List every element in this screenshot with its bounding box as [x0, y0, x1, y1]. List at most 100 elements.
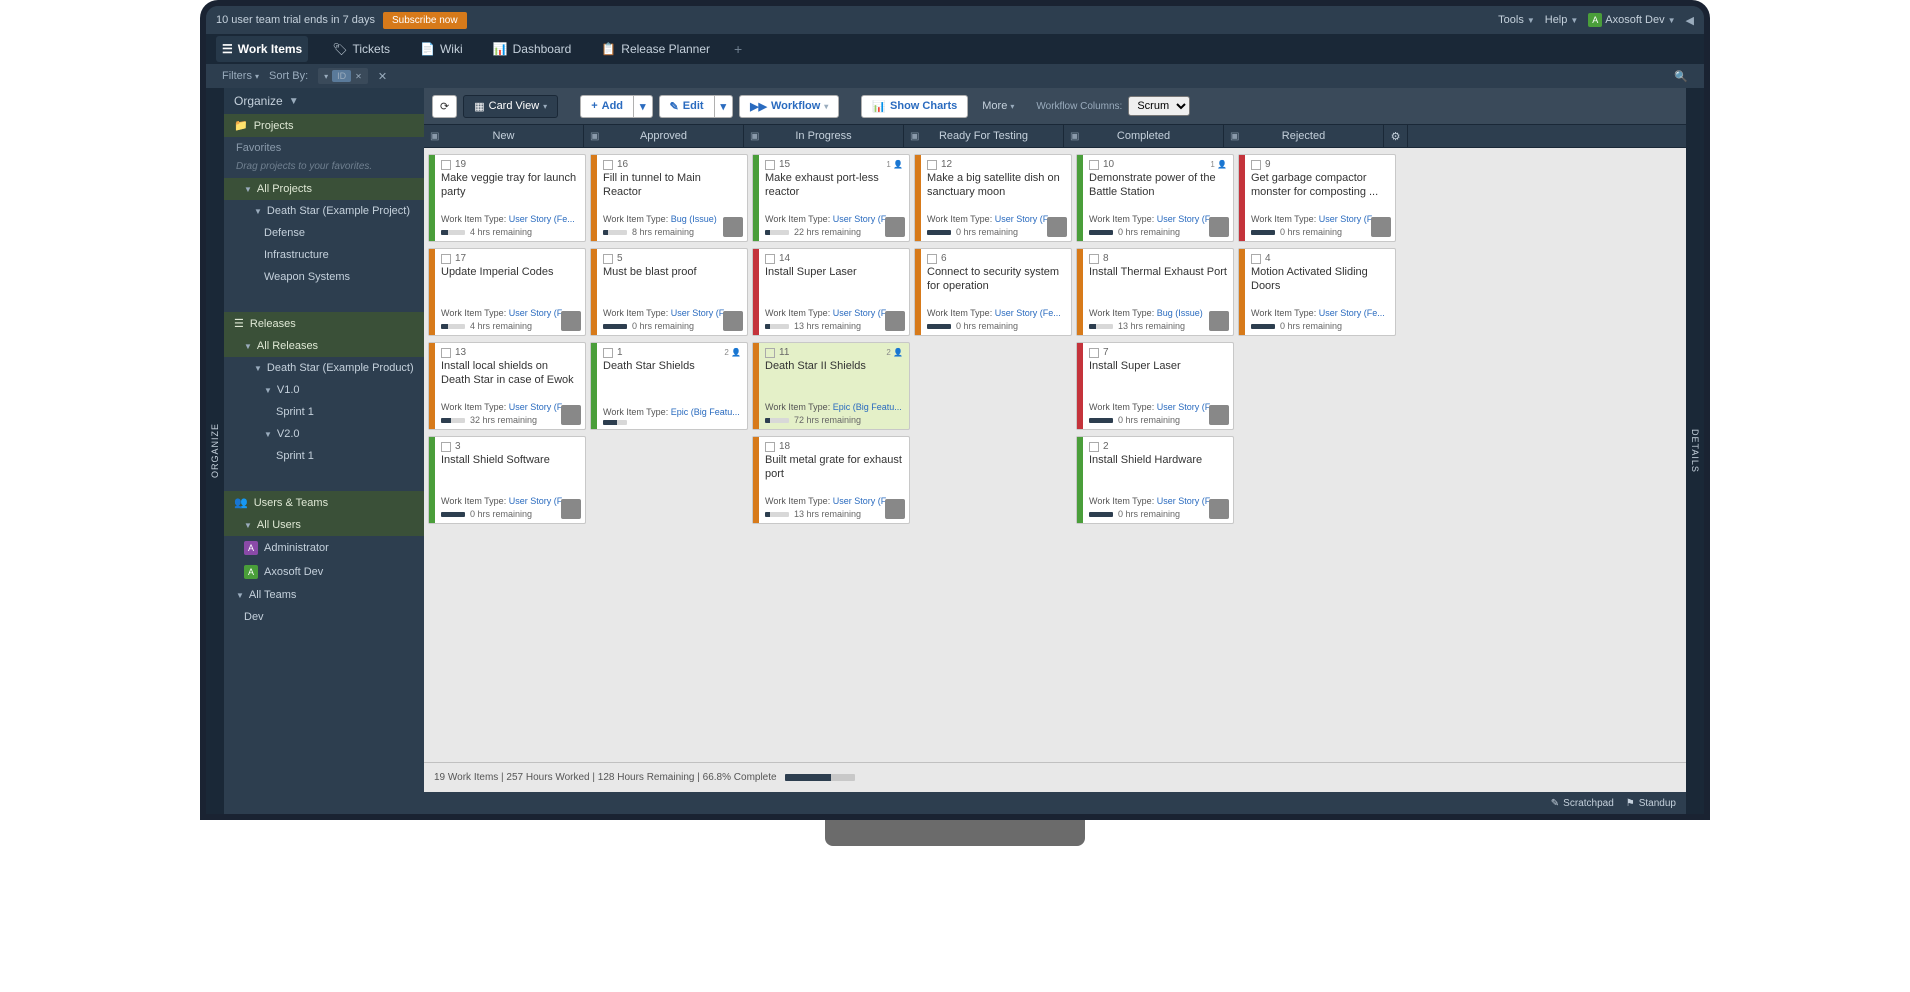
work-item-card[interactable]: 12Make a big satellite dish on sanctuary… [914, 154, 1072, 242]
card-checkbox[interactable] [765, 160, 775, 170]
project-death-star[interactable]: ▼Death Star (Example Project) [224, 200, 424, 222]
card-checkbox[interactable] [1089, 254, 1099, 264]
card-checkbox[interactable] [765, 254, 775, 264]
tab-tickets[interactable]: 🏷Tickets [326, 36, 396, 62]
card-checkbox[interactable] [603, 348, 613, 358]
work-item-card[interactable]: 101 👤Demonstrate power of the Battle Sta… [1076, 154, 1234, 242]
all-projects-node[interactable]: ▼All Projects [224, 178, 424, 200]
projects-section[interactable]: 📁Projects [224, 114, 424, 137]
card-checkbox[interactable] [603, 254, 613, 264]
collapse-icon[interactable]: ◀ [1686, 14, 1694, 27]
work-item-card[interactable]: 9Get garbage compactor monster for compo… [1238, 154, 1396, 242]
work-item-card[interactable]: 8Install Thermal Exhaust PortWork Item T… [1076, 248, 1234, 336]
release-v2[interactable]: ▼V2.0 [224, 423, 424, 445]
users-teams-section[interactable]: 👥Users & Teams [224, 491, 424, 514]
card-checkbox[interactable] [441, 348, 451, 358]
card-checkbox[interactable] [927, 160, 937, 170]
card-checkbox[interactable] [441, 160, 451, 170]
organize-rail[interactable]: ORGANIZE [206, 88, 224, 814]
work-item-card[interactable]: 14Install Super LaserWork Item Type: Use… [752, 248, 910, 336]
work-item-card[interactable]: 6Connect to security system for operatio… [914, 248, 1072, 336]
kanban-board[interactable]: 19Make veggie tray for launch partyWork … [424, 148, 1686, 762]
card-view-toggle[interactable]: ▦ Card View ▾ [463, 95, 558, 118]
team-dev[interactable]: Dev [224, 606, 424, 628]
search-icon[interactable]: 🔍 [1674, 70, 1688, 83]
all-users-node[interactable]: ▼All Users [224, 514, 424, 536]
card-checkbox[interactable] [1251, 254, 1261, 264]
details-rail[interactable]: DETAILS [1686, 88, 1704, 814]
show-charts-button[interactable]: 📊 Show Charts [861, 95, 968, 118]
sort-chip[interactable]: ▾ID✕ [318, 68, 368, 84]
release-product[interactable]: ▼Death Star (Example Product) [224, 357, 424, 379]
column-header[interactable]: ▣Approved [584, 125, 744, 147]
work-item-card[interactable]: 19Make veggie tray for launch partyWork … [428, 154, 586, 242]
work-item-card[interactable]: 16Fill in tunnel to Main ReactorWork Ite… [590, 154, 748, 242]
all-releases-node[interactable]: ▼All Releases [224, 335, 424, 357]
tab-dashboard[interactable]: 📊Dashboard [487, 36, 578, 62]
kanban-column[interactable]: 12Make a big satellite dish on sanctuary… [914, 154, 1072, 756]
refresh-button[interactable]: ⟳ [432, 95, 457, 118]
card-checkbox[interactable] [441, 442, 451, 452]
card-checkbox[interactable] [441, 254, 451, 264]
add-dropdown[interactable]: ▾ [633, 95, 653, 118]
card-checkbox[interactable] [765, 348, 775, 358]
project-infrastructure[interactable]: Infrastructure [224, 244, 424, 266]
kanban-column[interactable]: 101 👤Demonstrate power of the Battle Sta… [1076, 154, 1234, 756]
edit-button[interactable]: ✎ Edit [659, 95, 714, 118]
release-sprint1b[interactable]: Sprint 1 [224, 445, 424, 467]
column-header[interactable]: ▣Completed [1064, 125, 1224, 147]
scratchpad-link[interactable]: ✎Scratchpad [1551, 798, 1614, 809]
work-item-card[interactable]: 12 👤Death Star ShieldsWork Item Type: Ep… [590, 342, 748, 430]
kanban-column[interactable]: 9Get garbage compactor monster for compo… [1238, 154, 1396, 756]
funnel-icon[interactable]: ▼ [289, 96, 299, 107]
standup-link[interactable]: ⚑Standup [1626, 798, 1676, 809]
kanban-column[interactable]: 16Fill in tunnel to Main ReactorWork Ite… [590, 154, 748, 756]
more-menu[interactable]: More ▾ [974, 96, 1022, 116]
workflow-columns-select[interactable]: Scrum [1128, 96, 1190, 116]
column-header[interactable]: ▣Rejected [1224, 125, 1384, 147]
column-header[interactable]: ▣New [424, 125, 584, 147]
releases-section[interactable]: ☰Releases [224, 312, 424, 335]
card-checkbox[interactable] [765, 442, 775, 452]
user-menu[interactable]: A Axosoft Dev ▼ [1588, 13, 1675, 27]
subscribe-button[interactable]: Subscribe now [383, 12, 467, 29]
kanban-column[interactable]: 19Make veggie tray for launch partyWork … [428, 154, 586, 756]
card-checkbox[interactable] [927, 254, 937, 264]
tab-wiki[interactable]: 📄Wiki [414, 36, 469, 62]
column-header[interactable]: ▣Ready For Testing [904, 125, 1064, 147]
kanban-column[interactable]: 151 👤Make exhaust port-less reactorWork … [752, 154, 910, 756]
tools-menu[interactable]: Tools ▼ [1498, 14, 1535, 26]
user-admin[interactable]: AAdministrator [224, 536, 424, 560]
work-item-card[interactable]: 7Install Super LaserWork Item Type: User… [1076, 342, 1234, 430]
card-checkbox[interactable] [603, 160, 613, 170]
edit-dropdown[interactable]: ▾ [714, 95, 734, 118]
work-item-card[interactable]: 151 👤Make exhaust port-less reactorWork … [752, 154, 910, 242]
column-header[interactable]: ▣In Progress [744, 125, 904, 147]
work-item-card[interactable]: 3Install Shield SoftwareWork Item Type: … [428, 436, 586, 524]
project-weapon-systems[interactable]: Weapon Systems [224, 266, 424, 288]
project-defense[interactable]: Defense [224, 222, 424, 244]
help-menu[interactable]: Help ▼ [1545, 14, 1579, 26]
tab-work-items[interactable]: ☰Work Items [216, 36, 308, 62]
clear-sort-button[interactable]: ✕ [378, 70, 387, 83]
work-item-card[interactable]: 2Install Shield HardwareWork Item Type: … [1076, 436, 1234, 524]
release-sprint1[interactable]: Sprint 1 [224, 401, 424, 423]
all-teams-node[interactable]: ▼All Teams [224, 584, 424, 606]
work-item-card[interactable]: 17Update Imperial CodesWork Item Type: U… [428, 248, 586, 336]
workflow-button[interactable]: ▶▶ Workflow ▾ [739, 95, 839, 118]
add-button[interactable]: + Add [580, 95, 633, 118]
column-settings-button[interactable]: ⚙ [1384, 125, 1408, 147]
card-checkbox[interactable] [1089, 348, 1099, 358]
tab-release-planner[interactable]: 📋Release Planner [595, 36, 716, 62]
card-checkbox[interactable] [1089, 160, 1099, 170]
add-tab-button[interactable]: + [734, 41, 742, 57]
release-v1[interactable]: ▼V1.0 [224, 379, 424, 401]
work-item-card[interactable]: 4Motion Activated Sliding DoorsWork Item… [1238, 248, 1396, 336]
work-item-card[interactable]: 13Install local shields on Death Star in… [428, 342, 586, 430]
card-checkbox[interactable] [1089, 442, 1099, 452]
user-axdev[interactable]: AAxosoft Dev [224, 560, 424, 584]
work-item-card[interactable]: 5Must be blast proofWork Item Type: User… [590, 248, 748, 336]
work-item-card[interactable]: 18Built metal grate for exhaust portWork… [752, 436, 910, 524]
filters-dropdown[interactable]: Filters ▾ [222, 70, 259, 82]
card-checkbox[interactable] [1251, 160, 1261, 170]
